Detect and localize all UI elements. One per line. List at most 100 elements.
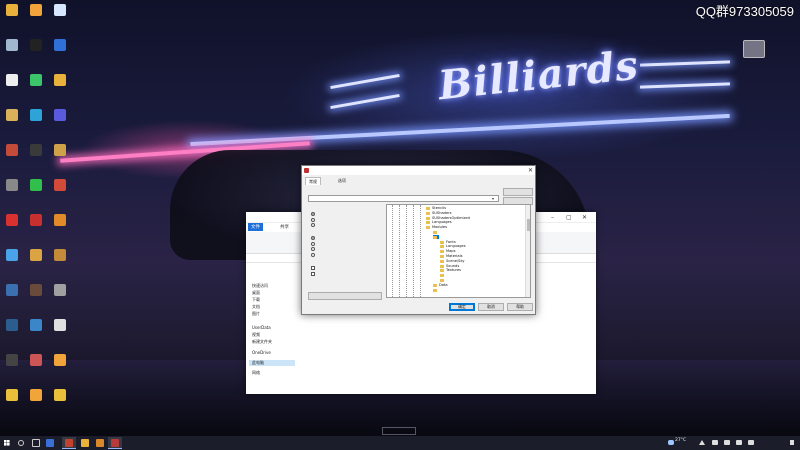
weather-icon[interactable] xyxy=(668,440,674,445)
help-button[interactable]: 帮助 xyxy=(507,303,533,311)
tree-node[interactable] xyxy=(433,288,439,293)
tab-general[interactable]: 常规 xyxy=(305,177,321,185)
desktop-shortcut[interactable] xyxy=(48,354,72,382)
checkbox-option[interactable] xyxy=(311,271,317,276)
desktop-shortcut[interactable] xyxy=(0,179,24,207)
desktop-shortcut[interactable] xyxy=(0,109,24,137)
radio-option[interactable] xyxy=(311,222,317,227)
nav-item[interactable]: 桌面 xyxy=(252,290,260,296)
task-view-button[interactable] xyxy=(30,437,40,449)
desktop-shortcut[interactable] xyxy=(24,4,48,32)
radio-button[interactable] xyxy=(311,217,315,222)
scrollbar-thumb[interactable] xyxy=(527,219,530,231)
desktop-shortcut[interactable] xyxy=(0,319,24,347)
radio-button[interactable] xyxy=(311,241,315,246)
network-drive-icon[interactable] xyxy=(743,40,765,58)
desktop-shortcut[interactable] xyxy=(24,179,48,207)
desktop-shortcut[interactable] xyxy=(24,39,48,67)
nav-item[interactable]: 下载 xyxy=(252,297,260,303)
radio-button[interactable] xyxy=(311,223,315,227)
desktop-shortcut[interactable] xyxy=(0,284,24,312)
desktop-shortcut[interactable] xyxy=(48,389,72,417)
volume-icon[interactable] xyxy=(724,440,730,445)
chevron-down-icon[interactable]: ▾ xyxy=(492,196,494,201)
radio-option[interactable] xyxy=(311,241,317,246)
desktop-shortcut[interactable] xyxy=(24,109,48,137)
input-method-icon[interactable] xyxy=(736,440,742,445)
radio-option[interactable] xyxy=(311,252,317,257)
nav-item[interactable]: 图片 xyxy=(252,311,260,317)
taskbar-app-active[interactable] xyxy=(62,437,76,449)
destination-path-input[interactable] xyxy=(308,195,499,202)
desktop-shortcut[interactable] xyxy=(0,354,24,382)
nav-item[interactable]: 快速访问 xyxy=(252,283,268,289)
maximize-icon[interactable]: ▢ xyxy=(566,214,572,221)
folder-tree[interactable]: Stencils SUShaders SUShadersOptimized Langu… xyxy=(386,204,531,298)
close-icon[interactable]: ✕ xyxy=(528,166,533,175)
taskbar-app[interactable] xyxy=(79,437,91,449)
save-settings-button[interactable] xyxy=(308,292,382,300)
search-button[interactable] xyxy=(16,437,26,449)
radio-option[interactable] xyxy=(311,246,317,251)
ok-button[interactable]: 确定 xyxy=(449,303,475,311)
desktop-shortcut[interactable] xyxy=(24,214,48,242)
tab-share[interactable]: 共享 xyxy=(280,224,289,230)
nav-item[interactable]: 新建文件夹 xyxy=(252,339,272,345)
radio-option[interactable] xyxy=(311,217,317,222)
desktop-shortcut[interactable] xyxy=(0,39,24,67)
tab-file[interactable]: 文件 xyxy=(248,223,263,231)
desktop-shortcut[interactable] xyxy=(0,4,24,32)
desktop-shortcut[interactable] xyxy=(48,74,72,102)
desktop-shortcut[interactable] xyxy=(24,74,48,102)
nav-item[interactable]: UserData xyxy=(252,325,271,330)
network-icon[interactable] xyxy=(712,440,718,445)
radio-button[interactable] xyxy=(311,212,315,216)
start-button[interactable] xyxy=(2,437,12,449)
nav-item[interactable]: 网络 xyxy=(252,370,260,376)
desktop-shortcut[interactable] xyxy=(48,319,72,347)
desktop-shortcut[interactable] xyxy=(24,389,48,417)
dialog-titlebar[interactable]: ✕ xyxy=(302,166,535,175)
desktop-shortcut[interactable] xyxy=(48,249,72,277)
weather-text[interactable]: 27°C xyxy=(675,438,686,443)
desktop-shortcut[interactable] xyxy=(0,144,24,172)
desktop-shortcut[interactable] xyxy=(0,389,24,417)
radio-option[interactable] xyxy=(311,211,317,216)
desktop-shortcut[interactable] xyxy=(48,144,72,172)
taskbar-app[interactable] xyxy=(94,437,106,449)
minimize-icon[interactable]: – xyxy=(551,214,554,221)
nav-item[interactable]: 视频 xyxy=(252,332,260,338)
checkbox-option[interactable] xyxy=(311,265,317,270)
desktop-shortcut[interactable] xyxy=(0,74,24,102)
desktop-shortcut[interactable] xyxy=(48,109,72,137)
checkbox[interactable] xyxy=(311,266,315,270)
desktop-shortcut[interactable] xyxy=(0,249,24,277)
desktop-shortcut[interactable] xyxy=(48,284,72,312)
close-icon[interactable]: ✕ xyxy=(582,214,587,221)
desktop-shortcut[interactable] xyxy=(48,39,72,67)
checkbox[interactable] xyxy=(311,271,315,276)
desktop-shortcut[interactable] xyxy=(48,179,72,207)
desktop-shortcut[interactable] xyxy=(24,249,48,277)
desktop-shortcut[interactable] xyxy=(24,144,48,172)
nav-item[interactable]: 此电脑 xyxy=(249,360,295,366)
desktop-shortcut[interactable] xyxy=(0,214,24,242)
tab-advanced[interactable] xyxy=(320,177,326,185)
tray-app-icon[interactable] xyxy=(748,440,754,445)
nav-item[interactable]: 文档 xyxy=(252,304,260,310)
desktop-shortcut[interactable] xyxy=(48,4,72,32)
cancel-button[interactable]: 取消 xyxy=(478,303,504,311)
desktop-shortcut[interactable] xyxy=(24,319,48,347)
taskbar-app[interactable] xyxy=(44,437,54,449)
desktop-shortcut[interactable] xyxy=(24,354,48,382)
tab-options[interactable]: 选项 xyxy=(335,177,349,185)
notification-icon[interactable] xyxy=(790,440,794,445)
browse-button[interactable] xyxy=(503,188,533,196)
radio-option[interactable] xyxy=(311,235,317,240)
desktop-shortcut[interactable] xyxy=(48,214,72,242)
chevron-up-icon[interactable] xyxy=(699,440,705,445)
radio-button[interactable] xyxy=(311,236,315,240)
tree-node[interactable] xyxy=(433,234,439,240)
radio-button[interactable] xyxy=(311,252,315,257)
taskbar-app-active[interactable] xyxy=(108,437,122,449)
